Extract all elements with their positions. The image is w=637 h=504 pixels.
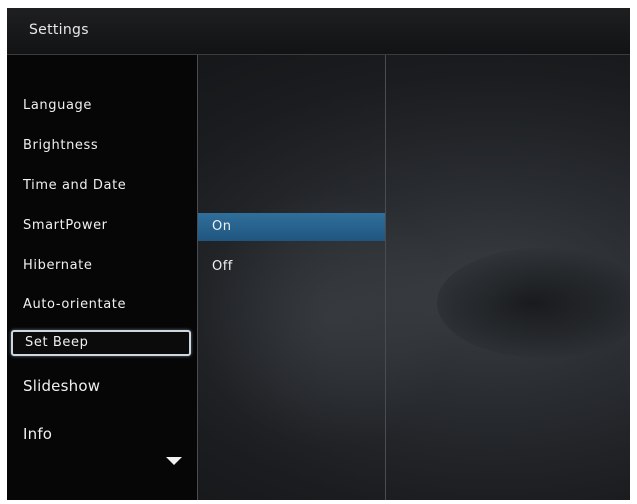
menu-item-time-and-date[interactable]: Time and Date <box>11 175 191 197</box>
option-on[interactable]: On <box>198 213 385 241</box>
menu-item-smartpower[interactable]: SmartPower <box>11 215 191 237</box>
menu-item-set-beep[interactable]: Set Beep <box>11 330 191 356</box>
settings-screen: Settings Language Brightness Time and Da… <box>7 8 630 500</box>
header-bar: Settings <box>7 8 630 55</box>
menu-item-brightness[interactable]: Brightness <box>11 135 191 157</box>
menu-item-auto-orientate[interactable]: Auto-orientate <box>11 294 191 316</box>
menu-item-slideshow[interactable]: Slideshow <box>11 375 191 397</box>
background-photo-shadow <box>437 248 630 358</box>
menu-item-info[interactable]: Info <box>11 423 191 445</box>
menu-item-language[interactable]: Language <box>11 95 191 117</box>
chevron-down-icon[interactable] <box>166 457 182 465</box>
page-title: Settings <box>29 22 89 38</box>
option-off[interactable]: Off <box>198 253 385 281</box>
column-divider-right <box>385 55 386 500</box>
menu-item-hibernate[interactable]: Hibernate <box>11 255 191 277</box>
